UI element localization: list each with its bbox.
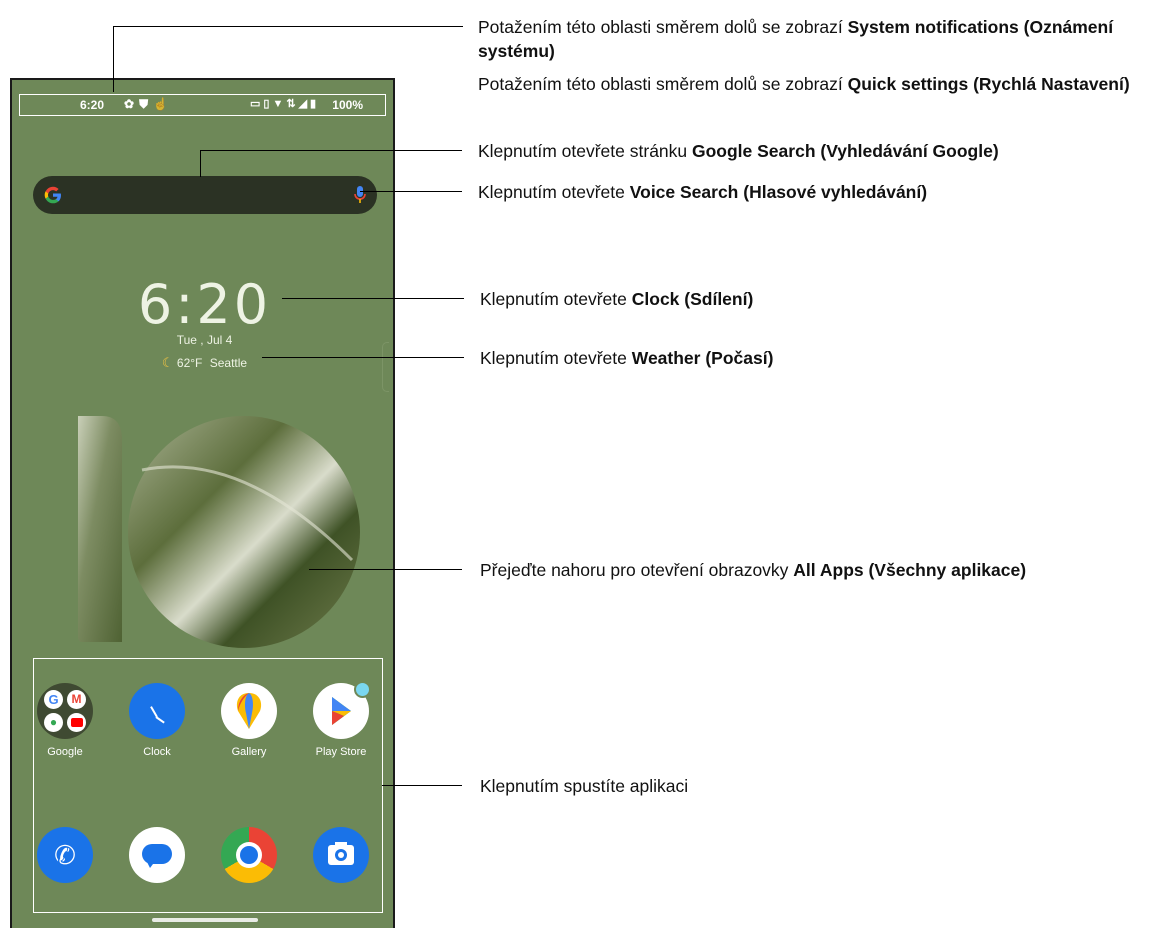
annotation-system-notifications: Potažením této oblasti směrem dolů se zo… — [478, 17, 1114, 61]
app-clock[interactable]: Clock — [117, 683, 197, 758]
callout-line — [113, 26, 463, 27]
app-gallery[interactable]: Gallery — [209, 683, 289, 758]
callout-line — [282, 298, 464, 299]
app-label: Gallery — [231, 746, 267, 758]
signal-icon: ◢ — [298, 98, 311, 110]
home-gesture-bar[interactable] — [152, 918, 258, 922]
status-time: 6:20 — [80, 98, 105, 112]
notification-dot — [354, 681, 371, 698]
mic-icon[interactable] — [353, 185, 367, 205]
messages-icon — [129, 827, 185, 883]
app-google[interactable]: G M ● Google — [25, 683, 105, 758]
play-store-icon — [313, 681, 371, 739]
dock-messages[interactable] — [117, 827, 197, 883]
dock-chrome[interactable] — [209, 827, 289, 883]
moon-icon: ☾ — [161, 355, 174, 370]
google-g-icon — [44, 186, 61, 204]
clock-widget-time[interactable]: 6:20 — [12, 273, 393, 336]
app-label: Google — [47, 746, 83, 758]
callout-line — [200, 150, 462, 151]
gallery-icon — [221, 683, 277, 739]
clock-icon — [129, 683, 185, 739]
annotation-voice-search: Klepnutím otevřete Voice Search (Hlasové… — [478, 182, 928, 202]
annotation-quick-settings: Potažením této oblasti směrem dolů se zo… — [478, 74, 1130, 94]
app-label: Clock — [143, 746, 171, 758]
callout-line — [200, 150, 201, 177]
annotation-launch-app: Klepnutím spustíte aplikaci — [480, 776, 689, 796]
shield-icon: ⛊ — [139, 97, 154, 111]
annotation-clock: Klepnutím otevřete Clock (Sdílení) — [480, 289, 754, 309]
app-label: Play Store — [315, 746, 367, 758]
battery-percent: 100% — [332, 98, 363, 112]
annotation-google-search: Klepnutím otevřete stránku Google Search… — [478, 141, 999, 161]
edge-panel-handle[interactable] — [382, 342, 389, 392]
clock-widget-date: Tue , Jul 4 — [176, 333, 233, 347]
battery-icon: ▮ — [310, 98, 320, 110]
google-folder-icon: G M ● — [37, 683, 93, 739]
status-notification-icons: ✿⛊☝ — [124, 97, 173, 112]
dock-camera[interactable] — [301, 827, 381, 883]
callout-line — [382, 785, 462, 786]
callout-line — [113, 26, 114, 92]
callout-line — [309, 569, 462, 570]
gear-icon: ✿ — [124, 97, 140, 111]
nfc-icon: ▭ — [250, 98, 264, 110]
wallpaper-10-artwork — [78, 416, 360, 648]
status-system-icons: ▭▯▼⇅◢▮ — [250, 97, 319, 110]
callout-line — [360, 191, 462, 192]
phone-home-screen: 6:20 ✿⛊☝ ▭▯▼⇅◢▮ 100% 6:20 Tue , Jul 4 ☾ … — [10, 78, 395, 928]
hand-icon: ☝ — [153, 97, 174, 111]
weather-city: Seattle — [209, 356, 248, 370]
annotation-all-apps: Přejeďte nahoru pro otevření obrazovky A… — [480, 560, 1027, 580]
phone-icon: ✆ — [37, 827, 93, 883]
google-search-bar[interactable] — [33, 176, 377, 214]
dock-phone[interactable]: ✆ — [25, 827, 105, 883]
annotation-weather: Klepnutím otevřete Weather (Počasí) — [480, 348, 774, 368]
weather-temperature: 62°F — [176, 356, 203, 370]
data-icon: ⇅ — [286, 98, 299, 110]
callout-line — [262, 357, 464, 358]
wifi-icon: ▼ — [272, 98, 287, 110]
camera-icon — [313, 827, 369, 883]
app-play-store[interactable]: Play Store — [301, 681, 381, 758]
status-bar[interactable]: 6:20 ✿⛊☝ ▭▯▼⇅◢▮ 100% — [19, 94, 386, 116]
chrome-icon — [221, 827, 277, 883]
